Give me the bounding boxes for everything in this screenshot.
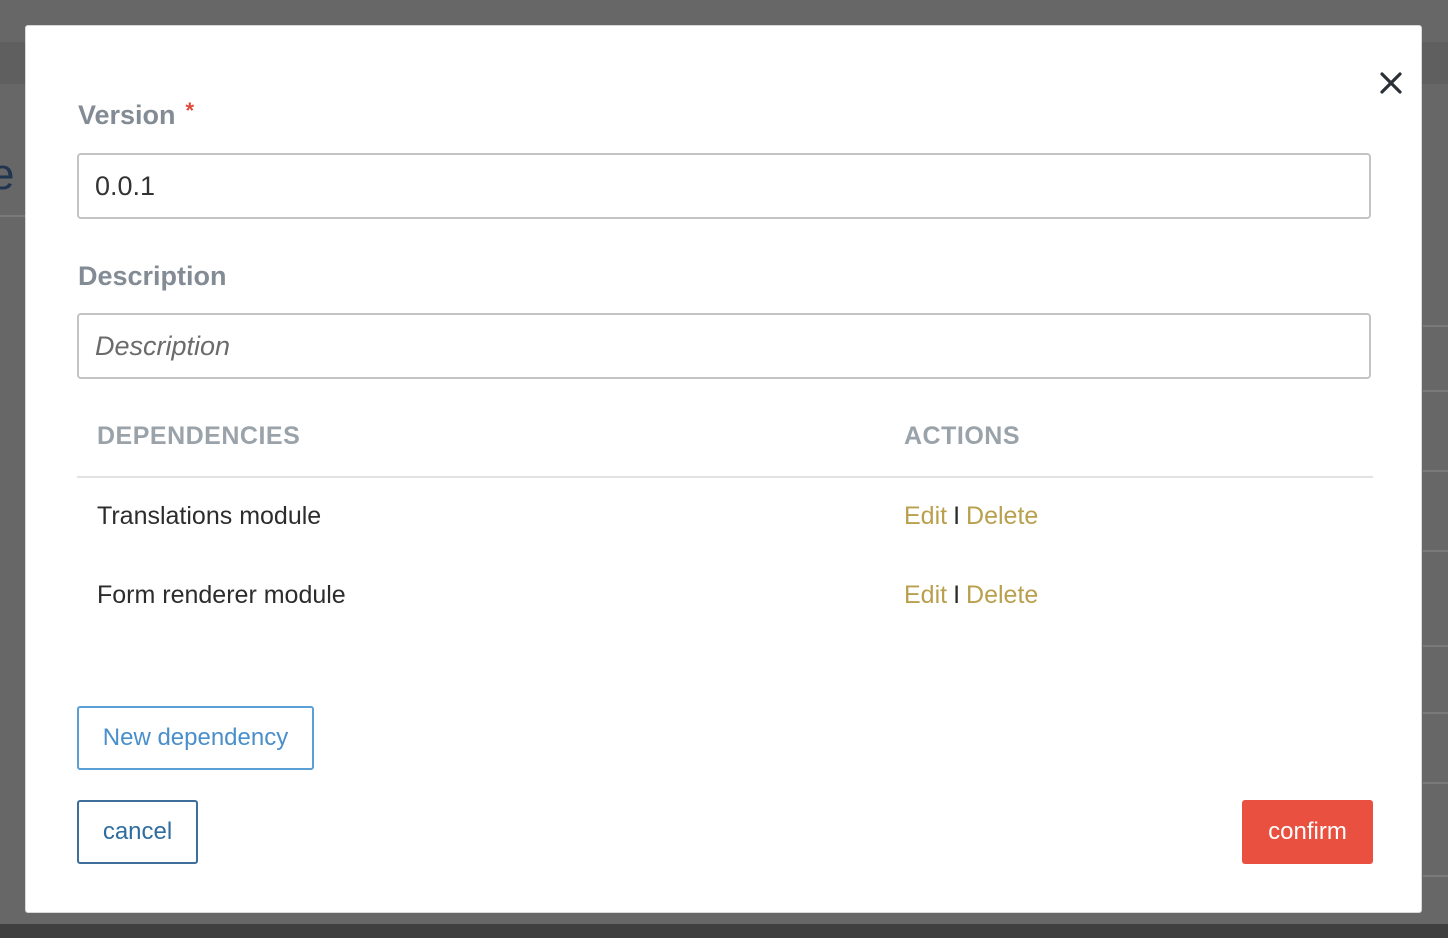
row-actions: Edit I Delete — [904, 502, 1038, 531]
background-divider — [1423, 875, 1448, 877]
close-icon[interactable] — [1378, 70, 1404, 96]
background-divider — [1423, 712, 1448, 714]
actions-column-header: ACTIONS — [904, 422, 1020, 450]
delete-link[interactable]: Delete — [966, 581, 1038, 609]
description-label: Description — [78, 261, 227, 291]
version-label-text: Version — [78, 100, 176, 130]
background-title-fragment: e — [0, 150, 15, 199]
cancel-button[interactable]: cancel — [77, 800, 198, 864]
background-divider — [1423, 390, 1448, 392]
dependency-name: Form renderer module — [97, 581, 346, 609]
description-input[interactable] — [77, 313, 1371, 379]
action-separator: I — [953, 502, 961, 530]
background-divider — [1423, 470, 1448, 472]
background-divider — [1423, 550, 1448, 552]
background-divider — [1423, 782, 1448, 784]
table-header-divider — [77, 476, 1373, 478]
required-marker: * — [185, 98, 195, 123]
version-input[interactable] — [77, 153, 1371, 219]
background-divider — [1423, 325, 1448, 327]
row-actions: Edit I Delete — [904, 581, 1038, 610]
version-modal: Version * Description DEPENDENCIES ACTION… — [25, 25, 1422, 913]
dependencies-column-header: DEPENDENCIES — [97, 422, 301, 450]
edit-link[interactable]: Edit — [904, 581, 947, 609]
background-divider — [0, 215, 25, 217]
edit-link[interactable]: Edit — [904, 502, 947, 530]
delete-link[interactable]: Delete — [966, 502, 1038, 530]
background-divider — [1423, 645, 1448, 647]
confirm-button[interactable]: confirm — [1242, 800, 1373, 864]
action-separator: I — [953, 581, 961, 609]
new-dependency-button[interactable]: New dependency — [77, 706, 314, 770]
background-footer — [0, 924, 1448, 938]
version-label: Version * — [78, 98, 195, 131]
dependency-name: Translations module — [97, 502, 322, 530]
